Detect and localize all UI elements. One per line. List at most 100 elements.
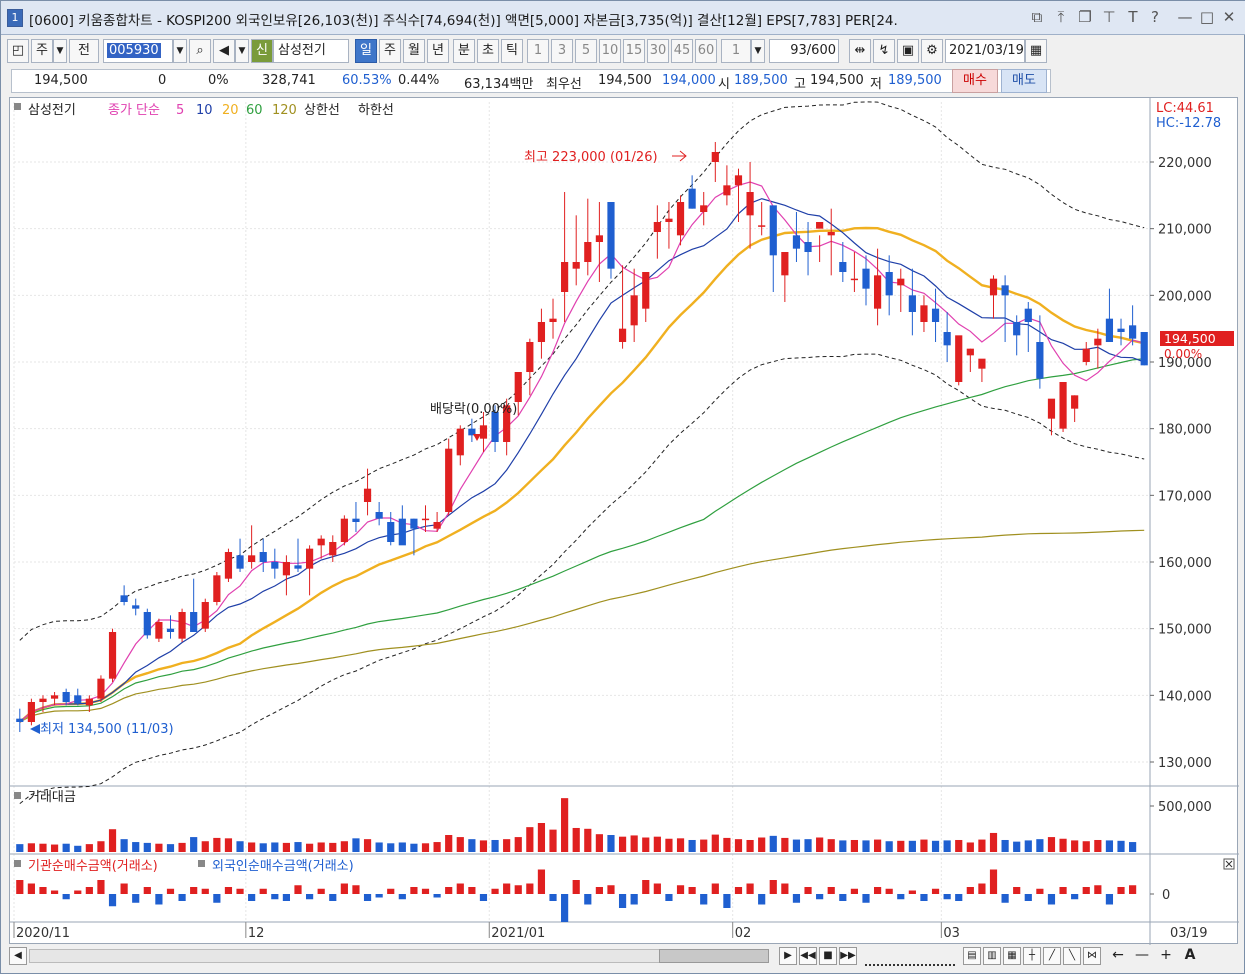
interval-input[interactable]: 1 xyxy=(721,39,751,63)
speaker-dropdown-icon[interactable]: ▼ xyxy=(235,39,249,63)
stock-name-field[interactable]: 삼성전기 xyxy=(273,39,349,63)
scroll-right-icon[interactable]: ▶ xyxy=(779,947,797,965)
trade-value-bar xyxy=(479,840,488,852)
period-day[interactable]: 일 xyxy=(355,39,377,63)
chevron-down-icon[interactable]: ▼ xyxy=(53,39,67,63)
stock-code-text: 005930 xyxy=(107,43,161,58)
net-buy-bar xyxy=(213,894,221,903)
layout-icon[interactable]: ◰ xyxy=(7,39,29,63)
period-year[interactable]: 년 xyxy=(427,39,449,63)
gear-icon[interactable]: ⚙ xyxy=(921,39,943,63)
candle-body xyxy=(850,278,859,281)
minus-icon[interactable]: — xyxy=(1133,947,1151,965)
save-icon[interactable]: ▣ xyxy=(897,39,919,63)
best-label: 최우선 xyxy=(546,77,582,92)
search-icon[interactable]: ⌕ xyxy=(189,39,211,63)
net-buy-bar xyxy=(711,883,719,894)
chart-area[interactable]: 500,000 0 220,000 210,000 200,000 190,000 18… xyxy=(9,97,1239,945)
text-icon[interactable]: T xyxy=(1123,7,1143,27)
crosshair-icon[interactable]: ┼ xyxy=(1023,947,1041,965)
scroll-thumb[interactable] xyxy=(659,949,769,963)
pin-top-icon[interactable]: ⤒ xyxy=(1051,7,1071,27)
layout-button-2-icon[interactable]: ▥ xyxy=(983,947,1001,965)
layout-button-3-icon[interactable]: ▦ xyxy=(1003,947,1021,965)
buy-button[interactable]: 매수 xyxy=(952,69,998,93)
horizontal-scrollbar[interactable] xyxy=(29,949,769,963)
calendar-icon[interactable]: ▦ xyxy=(1025,39,1047,63)
minute-3[interactable]: 3 xyxy=(551,39,573,63)
candle-body xyxy=(27,702,35,722)
trade-value-bar xyxy=(329,842,337,852)
rewind-icon[interactable]: ◀◀ xyxy=(799,947,817,965)
chart-svg[interactable]: 500,000 0 220,000210,000200,000190,00018… xyxy=(10,98,1239,945)
zoom-slider[interactable] xyxy=(865,948,955,966)
link-icon[interactable]: ⧉ xyxy=(1027,7,1047,27)
pin-icon[interactable]: ⊤ xyxy=(1099,7,1119,27)
net-buy-bar xyxy=(561,894,569,922)
layout-button-1-icon[interactable]: ▤ xyxy=(963,947,981,965)
candle-body xyxy=(317,538,325,546)
net-buy-bar xyxy=(479,894,488,901)
count-value: 93 xyxy=(790,43,807,58)
volume-panel-title: 거래대금 xyxy=(28,790,76,805)
trade-value-bar xyxy=(155,843,163,852)
period-second[interactable]: 초 xyxy=(477,39,499,63)
volume-tick-label: 500,000 xyxy=(1158,800,1212,815)
net-buy-bar xyxy=(1117,887,1125,894)
trade-value-bar xyxy=(931,840,940,852)
date-input[interactable]: 2021/03/19 xyxy=(945,39,1025,63)
trade-value-bar xyxy=(236,841,244,852)
period-type-select[interactable]: 주 xyxy=(31,39,53,63)
draw-line-icon[interactable]: ↯ xyxy=(873,39,895,63)
minute-60[interactable]: 60 xyxy=(695,39,717,63)
draw-2-icon[interactable]: ╲ xyxy=(1063,947,1081,965)
auto-icon[interactable]: A xyxy=(1181,947,1199,965)
forward-icon[interactable]: ▶▶ xyxy=(839,947,857,965)
interval-dropdown-icon[interactable]: ▼ xyxy=(751,39,765,63)
period-month[interactable]: 월 xyxy=(403,39,425,63)
minimize-icon[interactable]: — xyxy=(1175,7,1195,27)
date-tick-label: 02 xyxy=(735,926,752,941)
current-price: 194,500 xyxy=(34,73,88,88)
candle-body xyxy=(966,348,974,356)
minute-10[interactable]: 10 xyxy=(599,39,621,63)
draw-icon[interactable]: ╱ xyxy=(1043,947,1061,965)
speaker-icon[interactable]: ◀ xyxy=(213,39,235,63)
minute-30[interactable]: 30 xyxy=(647,39,669,63)
lc-value: LC:44.61 xyxy=(1156,101,1214,116)
period-week[interactable]: 주 xyxy=(379,39,401,63)
count-input[interactable]: 93/600 xyxy=(769,39,839,63)
maximize-icon[interactable]: □ xyxy=(1197,7,1217,27)
scroll-left-icon[interactable]: ◀ xyxy=(9,947,27,965)
stop-icon[interactable]: ■ xyxy=(819,947,837,965)
plus-icon[interactable]: + xyxy=(1157,947,1175,965)
net-buy-bar xyxy=(1071,894,1079,900)
help-icon[interactable]: ? xyxy=(1145,7,1165,27)
minute-15[interactable]: 15 xyxy=(623,39,645,63)
sell-button[interactable]: 매도 xyxy=(1001,69,1047,93)
trade-value-bar xyxy=(711,834,719,852)
copy-window-icon[interactable]: ❐ xyxy=(1075,7,1095,27)
left-arrow-icon[interactable]: ← xyxy=(1109,947,1127,965)
trade-value-bar xyxy=(839,840,847,852)
stock-code-input[interactable]: 005930 xyxy=(103,39,173,63)
candle-body xyxy=(561,262,569,292)
close-icon[interactable]: ✕ xyxy=(1219,7,1239,27)
net-buy-bar xyxy=(978,883,986,894)
period-minute[interactable]: 분 xyxy=(453,39,475,63)
zoom-in-icon[interactable]: ⇹ xyxy=(849,39,871,63)
minute-5[interactable]: 5 xyxy=(575,39,597,63)
candle-body xyxy=(329,542,337,556)
minute-45[interactable]: 45 xyxy=(671,39,693,63)
ma-group xyxy=(19,101,1145,804)
new-badge[interactable]: 신 xyxy=(251,39,273,63)
period-tick[interactable]: 틱 xyxy=(501,39,523,63)
net-buy-bar xyxy=(723,894,731,908)
prev-button[interactable]: 전 xyxy=(69,39,99,63)
net-buy-bar xyxy=(387,888,395,894)
net-buy-bar xyxy=(39,887,47,894)
minute-1[interactable]: 1 xyxy=(527,39,549,63)
code-dropdown-icon[interactable]: ▼ xyxy=(173,39,187,63)
trade-value-bar xyxy=(595,834,603,852)
tool-icon[interactable]: ⋈ xyxy=(1083,947,1101,965)
